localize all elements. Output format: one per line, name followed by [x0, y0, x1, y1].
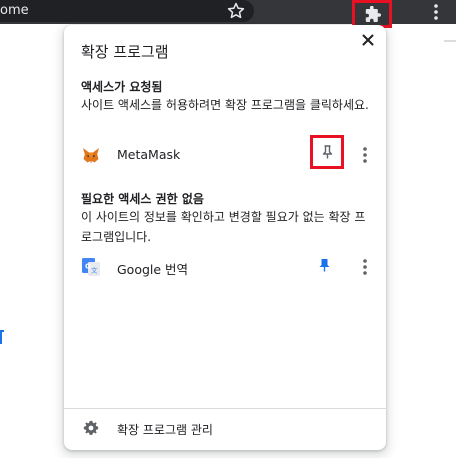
- gear-icon: [83, 420, 99, 440]
- extension-name[interactable]: Google 번역: [117, 259, 188, 278]
- close-icon[interactable]: [359, 31, 377, 49]
- manage-extensions-label[interactable]: 확장 프로그램 관리: [117, 421, 213, 438]
- section-title-access-requested: 액세스가 요청됨: [81, 80, 163, 94]
- page-divider: [444, 40, 456, 42]
- pinned-icon[interactable]: [318, 257, 331, 276]
- bookmark-star-icon[interactable]: [226, 1, 246, 21]
- more-options-icon[interactable]: [360, 258, 370, 276]
- page-link-fragment: [0, 330, 4, 344]
- browser-toolbar: ome: [0, 0, 456, 28]
- manage-extensions-button[interactable]: 확장 프로그램 관리: [64, 415, 386, 445]
- extensions-popup: 확장 프로그램 액세스가 요청됨 사이트 액세스를 허용하려면 확장 프로그램을…: [64, 25, 386, 450]
- extension-row-google-translate[interactable]: G 文 Google 번역: [64, 253, 386, 281]
- popup-divider: [64, 408, 386, 409]
- browser-menu-icon[interactable]: [430, 2, 442, 22]
- section-desc-no-access-needed: 이 사이트의 정보를 확인하고 변경할 필요가 없는 확장 프로그램입니다.: [81, 210, 366, 244]
- section-desc-access-requested: 사이트 액세스를 허용하려면 확장 프로그램을 클릭하세요.: [81, 98, 369, 112]
- extension-name[interactable]: MetaMask: [117, 147, 180, 162]
- page-content: [446, 24, 456, 458]
- fox-icon: [81, 145, 101, 165]
- extensions-puzzle-button[interactable]: [352, 0, 392, 28]
- pin-button[interactable]: [310, 135, 344, 169]
- svg-text:文: 文: [91, 266, 98, 275]
- section-title-no-access-needed: 필요한 액세스 권한 없음: [81, 192, 204, 206]
- pin-outline-icon: [322, 145, 333, 159]
- omnibox-text[interactable]: ome: [0, 3, 29, 18]
- more-options-icon[interactable]: [360, 146, 370, 164]
- puzzle-icon: [365, 6, 381, 22]
- omnibox[interactable]: ome: [0, 0, 254, 22]
- popup-title: 확장 프로그램: [81, 43, 169, 61]
- google-translate-icon: G 文: [81, 257, 101, 277]
- extension-row-metamask[interactable]: MetaMask: [64, 135, 386, 169]
